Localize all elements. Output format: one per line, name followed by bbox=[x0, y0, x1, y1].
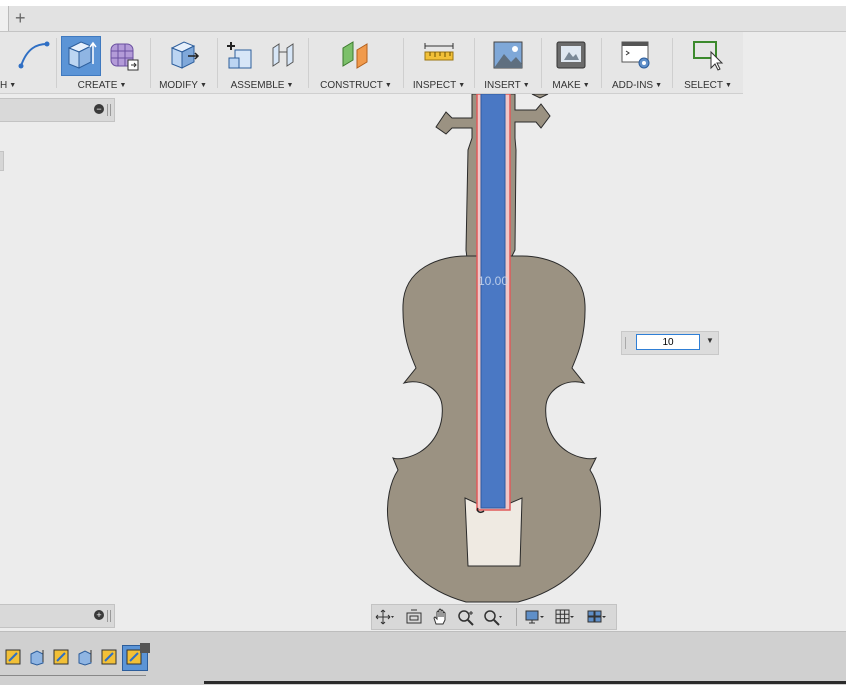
document-tab-strip: + bbox=[0, 6, 846, 32]
display-settings-button[interactable] bbox=[524, 608, 544, 626]
joint-icon[interactable] bbox=[267, 38, 301, 72]
timeline-sketch-icon[interactable] bbox=[100, 648, 118, 666]
toolbar-divider bbox=[56, 38, 57, 88]
toolbar-label-make: MAKE bbox=[552, 80, 581, 91]
toolbar-divider bbox=[403, 38, 404, 88]
scripts-addins-icon[interactable] bbox=[619, 38, 653, 72]
toolbar-divider bbox=[217, 38, 218, 88]
toolbar-label-sketch: H bbox=[0, 80, 8, 91]
toolbar-group-modify[interactable]: MODIFY ▼ bbox=[152, 32, 214, 93]
orbit-icon bbox=[375, 609, 394, 625]
panel-grip-handle[interactable] bbox=[625, 337, 628, 349]
zoom-button[interactable] bbox=[456, 608, 476, 626]
timeline-extrude-icon[interactable] bbox=[28, 648, 46, 666]
grid-icon bbox=[555, 609, 574, 624]
select-window-icon[interactable] bbox=[691, 38, 725, 72]
design-canvas[interactable]: 10.00 bbox=[0, 94, 846, 604]
toolbar-group-inspect[interactable]: INSPECT ▼ bbox=[406, 32, 472, 93]
press-pull-icon[interactable] bbox=[166, 38, 200, 72]
toolbar-divider bbox=[672, 38, 673, 88]
measure-icon[interactable] bbox=[422, 38, 456, 72]
navigation-bar bbox=[371, 604, 617, 630]
toolbar-label-construct: CONSTRUCT bbox=[320, 80, 383, 91]
panel-grip-handle[interactable] bbox=[107, 610, 111, 622]
orbit-button[interactable] bbox=[374, 608, 394, 626]
toolbar-group-sketch[interactable]: H ▼ bbox=[0, 32, 56, 93]
toolbar-group-add-ins[interactable]: ADD-INS ▼ bbox=[604, 32, 670, 93]
toolbar-label-modify: MODIFY bbox=[159, 80, 198, 91]
toolbar-label-create: CREATE bbox=[77, 80, 118, 91]
toolbar-label-assemble: ASSEMBLE bbox=[230, 80, 285, 91]
comments-panel-header[interactable]: + bbox=[0, 604, 115, 628]
look-at-icon bbox=[406, 609, 422, 624]
toolbar-group-insert[interactable]: INSERT ▼ bbox=[476, 32, 538, 93]
pan-button[interactable] bbox=[430, 608, 450, 626]
timeline-extrude-icon[interactable] bbox=[76, 648, 94, 666]
toolbar-label-select: SELECT bbox=[684, 80, 723, 91]
expand-icon[interactable]: + bbox=[94, 610, 104, 620]
toolbar-label-add-ins: ADD-INS bbox=[611, 80, 654, 91]
grid-settings-button[interactable] bbox=[554, 608, 574, 626]
timeline-marker-handle[interactable] bbox=[140, 643, 150, 653]
toolbar-divider bbox=[601, 38, 602, 88]
toolbar-group-select[interactable]: SELECT ▼ bbox=[676, 32, 740, 93]
look-at-button[interactable] bbox=[404, 608, 424, 626]
timeline-ruler bbox=[0, 671, 146, 676]
toolbar-group-assemble[interactable]: ASSEMBLE ▼ bbox=[219, 32, 305, 93]
spline-icon[interactable] bbox=[17, 38, 51, 72]
navbar-divider bbox=[516, 608, 517, 626]
toolbar-divider bbox=[150, 38, 151, 88]
document-tab[interactable] bbox=[0, 6, 9, 31]
toolbar-group-construct[interactable]: CONSTRUCT ▼ bbox=[311, 32, 401, 93]
viewports-icon bbox=[587, 610, 606, 623]
viewports-button[interactable] bbox=[586, 608, 606, 626]
new-component-icon[interactable] bbox=[225, 38, 259, 72]
insert-image-icon[interactable] bbox=[491, 38, 525, 72]
dimension-overlay-label: 10.00 bbox=[478, 274, 508, 288]
chevron-down-icon[interactable]: ▼ bbox=[706, 336, 714, 345]
fit-button[interactable] bbox=[482, 608, 502, 626]
zoom-icon bbox=[458, 610, 474, 626]
design-timeline bbox=[0, 631, 846, 685]
toolbar-group-create[interactable]: CREATE ▼ bbox=[58, 32, 146, 93]
zoom-window-icon bbox=[484, 610, 502, 626]
offset-plane-icon[interactable] bbox=[339, 38, 373, 72]
toolbar-divider bbox=[541, 38, 542, 88]
form-icon[interactable] bbox=[106, 38, 140, 72]
hand-pan-icon bbox=[433, 608, 446, 625]
main-toolbar: H ▼ CREATE ▼ MODIFY ▼ ASSEMBLE ▼ CONSTRU… bbox=[0, 32, 743, 94]
distance-input[interactable] bbox=[636, 334, 700, 350]
fingerboard-selected-face[interactable] bbox=[480, 94, 506, 509]
extrude-icon[interactable] bbox=[63, 38, 97, 72]
3d-print-icon[interactable] bbox=[554, 38, 588, 72]
toolbar-label-inspect: INSPECT bbox=[412, 80, 457, 91]
timeline-sketch-icon[interactable] bbox=[4, 648, 22, 666]
toolbar-divider bbox=[308, 38, 309, 88]
distance-input-box: ▼ bbox=[621, 331, 719, 355]
add-tab-button[interactable]: + bbox=[15, 8, 26, 28]
display-settings-icon bbox=[525, 610, 544, 624]
toolbar-divider bbox=[474, 38, 475, 88]
timeline-sketch-icon[interactable] bbox=[52, 648, 70, 666]
toolbar-label-insert: INSERT bbox=[484, 80, 521, 91]
toolbar-group-make[interactable]: MAKE ▼ bbox=[543, 32, 599, 93]
